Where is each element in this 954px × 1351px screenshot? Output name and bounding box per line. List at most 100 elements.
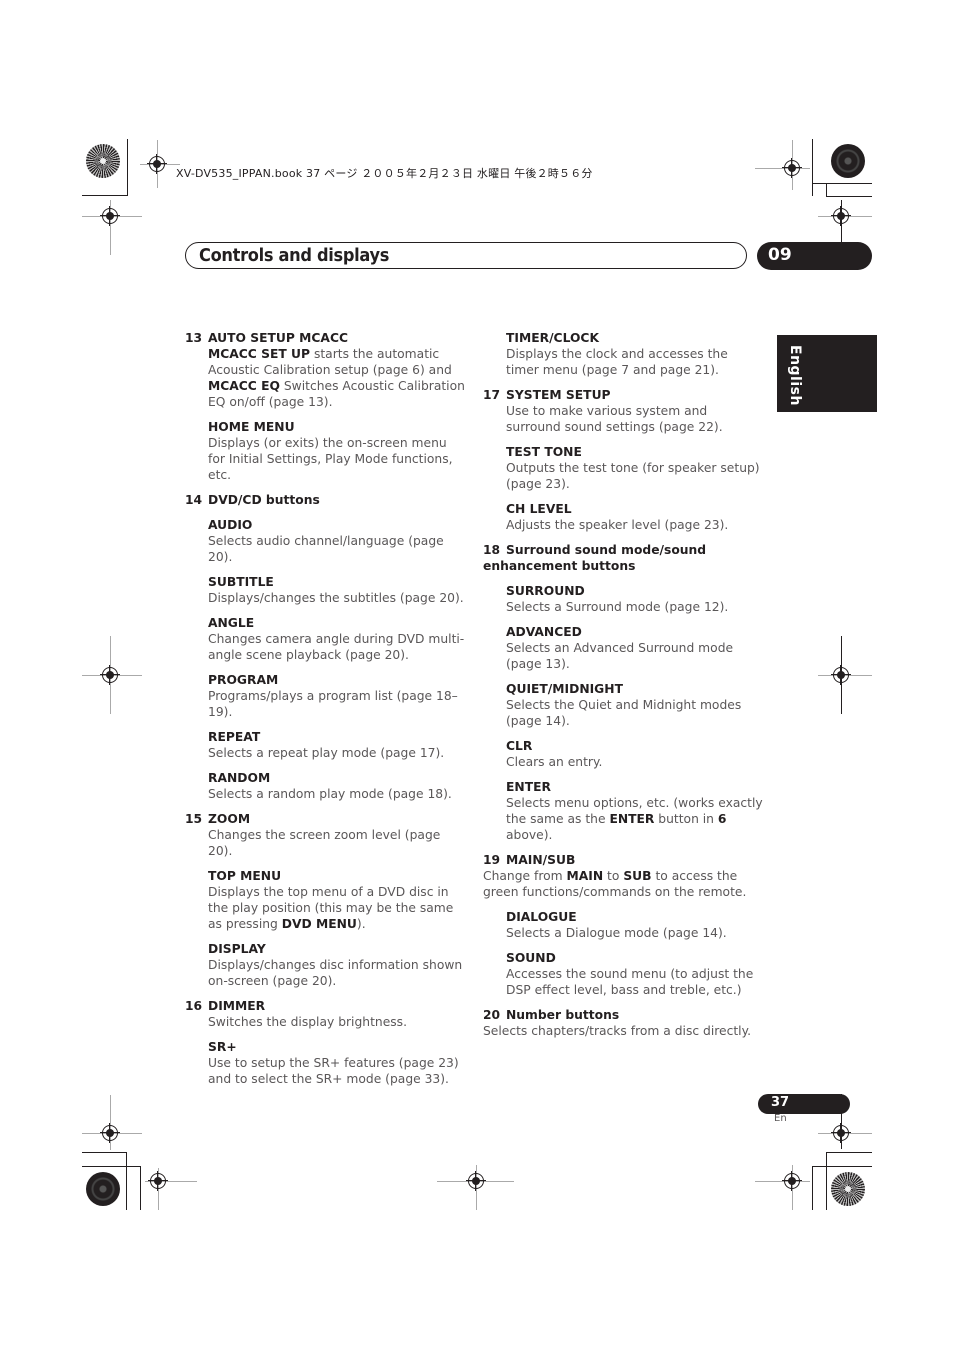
list-item: TIMER/CLOCK Displays the clock and access… (483, 330, 763, 378)
list-item: SURROUND Selects a Surround mode (page 12… (483, 583, 763, 615)
list-item: SR+ Use to setup the SR+ features (page 2… (185, 1039, 465, 1087)
item-heading: Surround sound mode/sound enhancement bu… (483, 543, 707, 573)
item-description: Selects the Quiet and Midnight modes (pa… (506, 698, 742, 728)
list-item: 18 Surround sound mode/sound enhancement … (483, 542, 763, 574)
item-description: Changes camera angle during DVD multi-an… (208, 632, 465, 662)
list-item: HOME MENU Displays (or exits) the on-scre… (185, 419, 465, 483)
item-description: Displays (or exits) the on-screen menu f… (208, 436, 453, 482)
item-heading: ZOOM (208, 812, 251, 826)
registration-disc-icon (86, 1172, 120, 1206)
item-heading: DVD/CD buttons (208, 493, 320, 507)
item-heading: DISPLAY (208, 942, 266, 956)
item-description: Clears an entry. (506, 755, 603, 769)
item-heading: Number buttons (506, 1008, 620, 1022)
list-item: TOP MENU Displays the top menu of a DVD d… (185, 868, 465, 932)
item-heading: CLR (506, 739, 533, 753)
item-number: 20 (483, 1008, 501, 1022)
crosshair-icon (148, 1171, 168, 1191)
list-item: ANGLE Changes camera angle during DVD mul… (185, 615, 465, 663)
chapter-badge: 09 (757, 242, 872, 270)
right-column: TIMER/CLOCK Displays the clock and access… (483, 330, 763, 1048)
list-item: ENTER Selects menu options, etc. (works e… (483, 779, 763, 843)
item-heading: TIMER/CLOCK (506, 331, 599, 345)
item-heading: AUDIO (208, 518, 253, 532)
list-item: 14 DVD/CD buttons (185, 492, 465, 508)
item-description: Displays/changes disc information shown … (208, 958, 463, 988)
section-header: Controls and displays (185, 242, 747, 269)
item-description: Use to make various system and surround … (506, 404, 723, 434)
list-item: AUDIO Selects audio channel/language (pag… (185, 517, 465, 565)
item-number: 14 (185, 493, 203, 507)
item-description: MCACC SET UP starts the automatic Acoust… (185, 346, 465, 410)
list-item: 15 ZOOM Changes the screen zoom level (pag… (185, 811, 465, 859)
item-heading: DIALOGUE (506, 910, 577, 924)
crosshair-icon (100, 1123, 120, 1143)
list-item: RANDOM Selects a random play mode (page 1… (185, 770, 465, 802)
item-description: Selects a Dialogue mode (page 14). (506, 926, 727, 940)
item-description: Selects an Advanced Surround mode (page … (506, 641, 734, 671)
item-description: Accesses the sound menu (to adjust the D… (506, 967, 754, 997)
item-heading: SURROUND (506, 584, 585, 598)
item-description: Displays the clock and accesses the time… (506, 347, 728, 377)
list-item: TEST TONE Outputs the test tone (for spea… (483, 444, 763, 492)
item-heading: ANGLE (208, 616, 255, 630)
item-heading: CH LEVEL (506, 502, 572, 516)
list-item: DISPLAY Displays/changes disc information… (185, 941, 465, 989)
item-heading: HOME MENU (208, 420, 295, 434)
item-heading: RANDOM (208, 771, 271, 785)
list-item: SOUND Accesses the sound menu (to adjust … (483, 950, 763, 998)
item-description: Displays the top menu of a DVD disc in t… (185, 884, 465, 932)
item-description: Changes the screen zoom level (page 20). (208, 828, 441, 858)
item-heading: SUBTITLE (208, 575, 274, 589)
list-item: ADVANCED Selects an Advanced Surround mod… (483, 624, 763, 672)
item-description: Displays/changes the subtitles (page 20)… (208, 591, 464, 605)
text-run: button in (654, 812, 718, 826)
crosshair-icon (147, 154, 167, 174)
item-description: Switches the display brightness. (208, 1015, 407, 1029)
crosshair-icon (100, 665, 120, 685)
item-heading: ADVANCED (506, 625, 582, 639)
crosshair-icon (100, 206, 120, 226)
item-number: 17 (483, 388, 501, 402)
registration-disc-icon (831, 1172, 865, 1206)
bold-term: MAIN (566, 869, 604, 883)
bold-term: DVD MENU (281, 917, 357, 931)
list-item: QUIET/MIDNIGHT Selects the Quiet and Midn… (483, 681, 763, 729)
language-tab: English (777, 335, 877, 412)
crosshair-icon (782, 158, 802, 178)
list-item: PROGRAM Programs/plays a program list (pa… (185, 672, 465, 720)
bold-term: 6 (717, 812, 727, 826)
item-number: 13 (185, 331, 203, 345)
text-run: Change from (483, 869, 567, 883)
item-heading: SR+ (208, 1040, 237, 1054)
page-number: 37 (771, 1095, 790, 1110)
item-description: Selects menu options, etc. (works exactl… (483, 795, 763, 843)
item-description: Change from MAIN to SUB to access the gr… (483, 868, 763, 900)
item-description: Selects audio channel/language (page 20)… (208, 534, 444, 564)
list-item: 17 SYSTEM SETUP Use to make various system… (483, 387, 763, 435)
item-description: Programs/plays a program list (page 18–1… (208, 689, 458, 719)
list-item: CLR Clears an entry. (483, 738, 763, 770)
item-heading: PROGRAM (208, 673, 279, 687)
item-heading: REPEAT (208, 730, 261, 744)
list-item: 13 AUTO SETUP MCACC MCACC SET UP starts th… (185, 330, 465, 410)
item-number: 15 (185, 812, 203, 826)
item-heading: DIMMER (208, 999, 266, 1013)
item-description: Selects chapters/tracks from a disc dire… (483, 1024, 752, 1038)
list-item: CH LEVEL Adjusts the speaker level (page … (483, 501, 763, 533)
crosshair-icon (831, 665, 851, 685)
left-column: 13 AUTO SETUP MCACC MCACC SET UP starts th… (185, 330, 465, 1096)
item-heading: TEST TONE (506, 445, 582, 459)
item-description: Selects a repeat play mode (page 17). (208, 746, 445, 760)
crosshair-icon (831, 1123, 851, 1143)
registration-disc-icon (831, 144, 865, 178)
item-description: Adjusts the speaker level (page 23). (506, 518, 729, 532)
item-number: 19 (483, 853, 501, 867)
bold-term: MCACC SET UP (208, 347, 311, 361)
item-heading: SYSTEM SETUP (506, 388, 611, 402)
chapter-number: 09 (768, 245, 792, 265)
list-item: 20 Number buttons Selects chapters/tracks … (483, 1007, 763, 1039)
item-heading: TOP MENU (208, 869, 282, 883)
page-title: Controls and displays (199, 245, 390, 266)
item-heading: ENTER (506, 780, 551, 794)
